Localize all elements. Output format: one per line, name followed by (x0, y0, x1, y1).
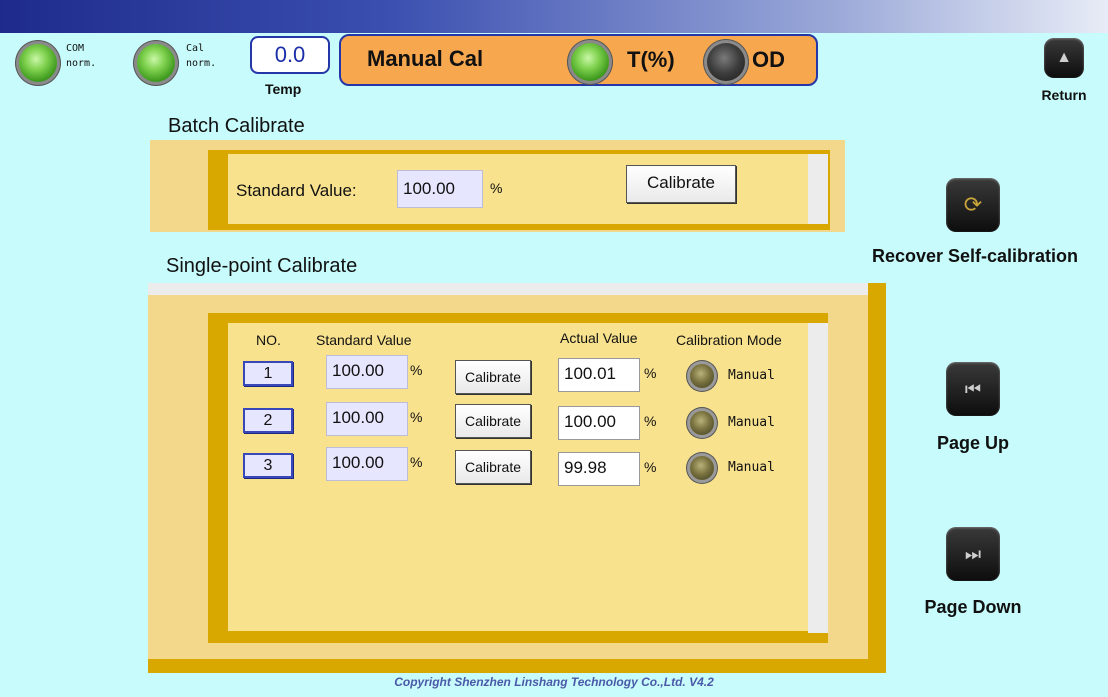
temp-label: Temp (265, 81, 302, 97)
row-actual-value: 100.01 (558, 358, 640, 392)
batch-standard-label: Standard Value: (236, 181, 357, 200)
row-calibrate-button[interactable]: Calibrate (455, 404, 531, 438)
skip-forward-icon: ⏭ (964, 544, 982, 564)
refresh-icon: ⟳ (963, 192, 983, 217)
row-standard-value[interactable]: 100.00 (326, 447, 408, 481)
cal-status-label: Cal norm. (186, 41, 216, 71)
row-no-button[interactable]: 1 (243, 361, 293, 386)
copyright-text: Copyright Shenzhen Linshang Technology C… (394, 675, 714, 689)
page-down-button[interactable]: ⏭ (946, 527, 1000, 581)
row-calibrate-button[interactable]: Calibrate (455, 360, 531, 394)
row-standard-unit: % (410, 362, 423, 378)
od-mode-label[interactable]: OD (752, 47, 785, 73)
batch-calibrate-button[interactable]: Calibrate (626, 165, 736, 203)
row-mode-indicator[interactable] (690, 364, 714, 388)
mode-title: Manual Cal (367, 46, 484, 71)
recover-self-calibration-label: Recover Self-calibration (871, 246, 1079, 266)
row-actual-value: 100.00 (558, 406, 640, 440)
single-frame-top (148, 283, 868, 295)
row-calibrate-button[interactable]: Calibrate (455, 450, 531, 484)
row-no-button[interactable]: 2 (243, 408, 293, 433)
single-panel-edge (808, 323, 828, 633)
single-frame-right (868, 283, 886, 673)
skip-back-icon: ⏮ (964, 379, 982, 399)
od-mode-radio[interactable] (707, 43, 745, 81)
header-no: NO. (256, 332, 281, 348)
row-standard-unit: % (410, 454, 423, 470)
row-standard-value[interactable]: 100.00 (326, 402, 408, 436)
return-label: Return (1041, 87, 1087, 103)
up-arrow-icon: ▲ (1056, 49, 1072, 66)
row-mode-label: Manual (728, 460, 775, 475)
row-actual-value: 99.98 (558, 452, 640, 486)
row-actual-unit: % (644, 413, 657, 429)
single-point-calibrate-title: Single-point Calibrate (166, 255, 358, 277)
row-mode-label: Manual (728, 368, 775, 383)
row-standard-value[interactable]: 100.00 (326, 355, 408, 389)
row-actual-unit: % (644, 459, 657, 475)
recover-self-calibration-button[interactable]: ⟳ (946, 178, 1000, 232)
transmittance-mode-label[interactable]: T(%) (627, 47, 675, 73)
single-frame-bottom (148, 659, 886, 673)
com-label: COM (66, 43, 85, 54)
cal-status-led (137, 44, 175, 82)
cal-label: Cal (186, 43, 205, 54)
batch-standard-value-input[interactable]: 100.00 (397, 170, 483, 208)
row-standard-unit: % (410, 409, 423, 425)
com-status-led (19, 44, 57, 82)
transmittance-mode-radio[interactable] (571, 43, 609, 81)
header-calibration-mode: Calibration Mode (676, 332, 782, 348)
row-mode-indicator[interactable] (690, 411, 714, 435)
cal-state: norm. (186, 58, 217, 69)
com-state: norm. (66, 58, 97, 69)
page-down-label: Page Down (924, 597, 1022, 617)
temp-display: 0.0 (250, 36, 330, 74)
batch-calibrate-title: Batch Calibrate (168, 115, 305, 137)
header-standard-value: Standard Value (316, 332, 412, 348)
row-mode-label: Manual (728, 415, 775, 430)
title-bar (0, 0, 1108, 33)
batch-unit-label: % (490, 180, 503, 196)
row-mode-indicator[interactable] (690, 456, 714, 480)
page-up-button[interactable]: ⏮ (946, 362, 1000, 416)
header-actual-value: Actual Value (560, 330, 638, 346)
row-no-button[interactable]: 3 (243, 453, 293, 478)
com-status-label: COM norm. (66, 41, 96, 71)
page-up-label: Page Up (936, 433, 1010, 453)
return-button[interactable]: ▲ (1044, 38, 1084, 78)
batch-panel-edge (808, 154, 828, 224)
row-actual-unit: % (644, 365, 657, 381)
